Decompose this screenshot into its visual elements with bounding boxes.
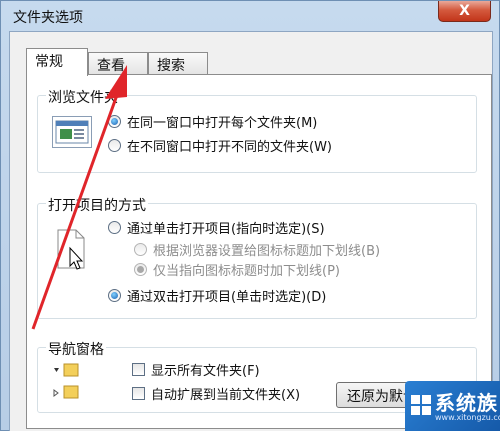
folder-options-window: 文件夹选项 X 常规 查看 搜索 浏览文件夹 在同一窗口中打开每个文件夹(M) … [0, 0, 500, 431]
watermark-logo: 系统族 www.xitongzu.com [405, 381, 500, 431]
watermark-text: 系统族 [435, 391, 498, 415]
windows-logo-icon [411, 395, 431, 415]
tab-general[interactable]: 常规 [26, 48, 88, 76]
watermark-url: www.xitongzu.com [435, 413, 500, 422]
tab-general-label: 常规 [35, 54, 63, 70]
